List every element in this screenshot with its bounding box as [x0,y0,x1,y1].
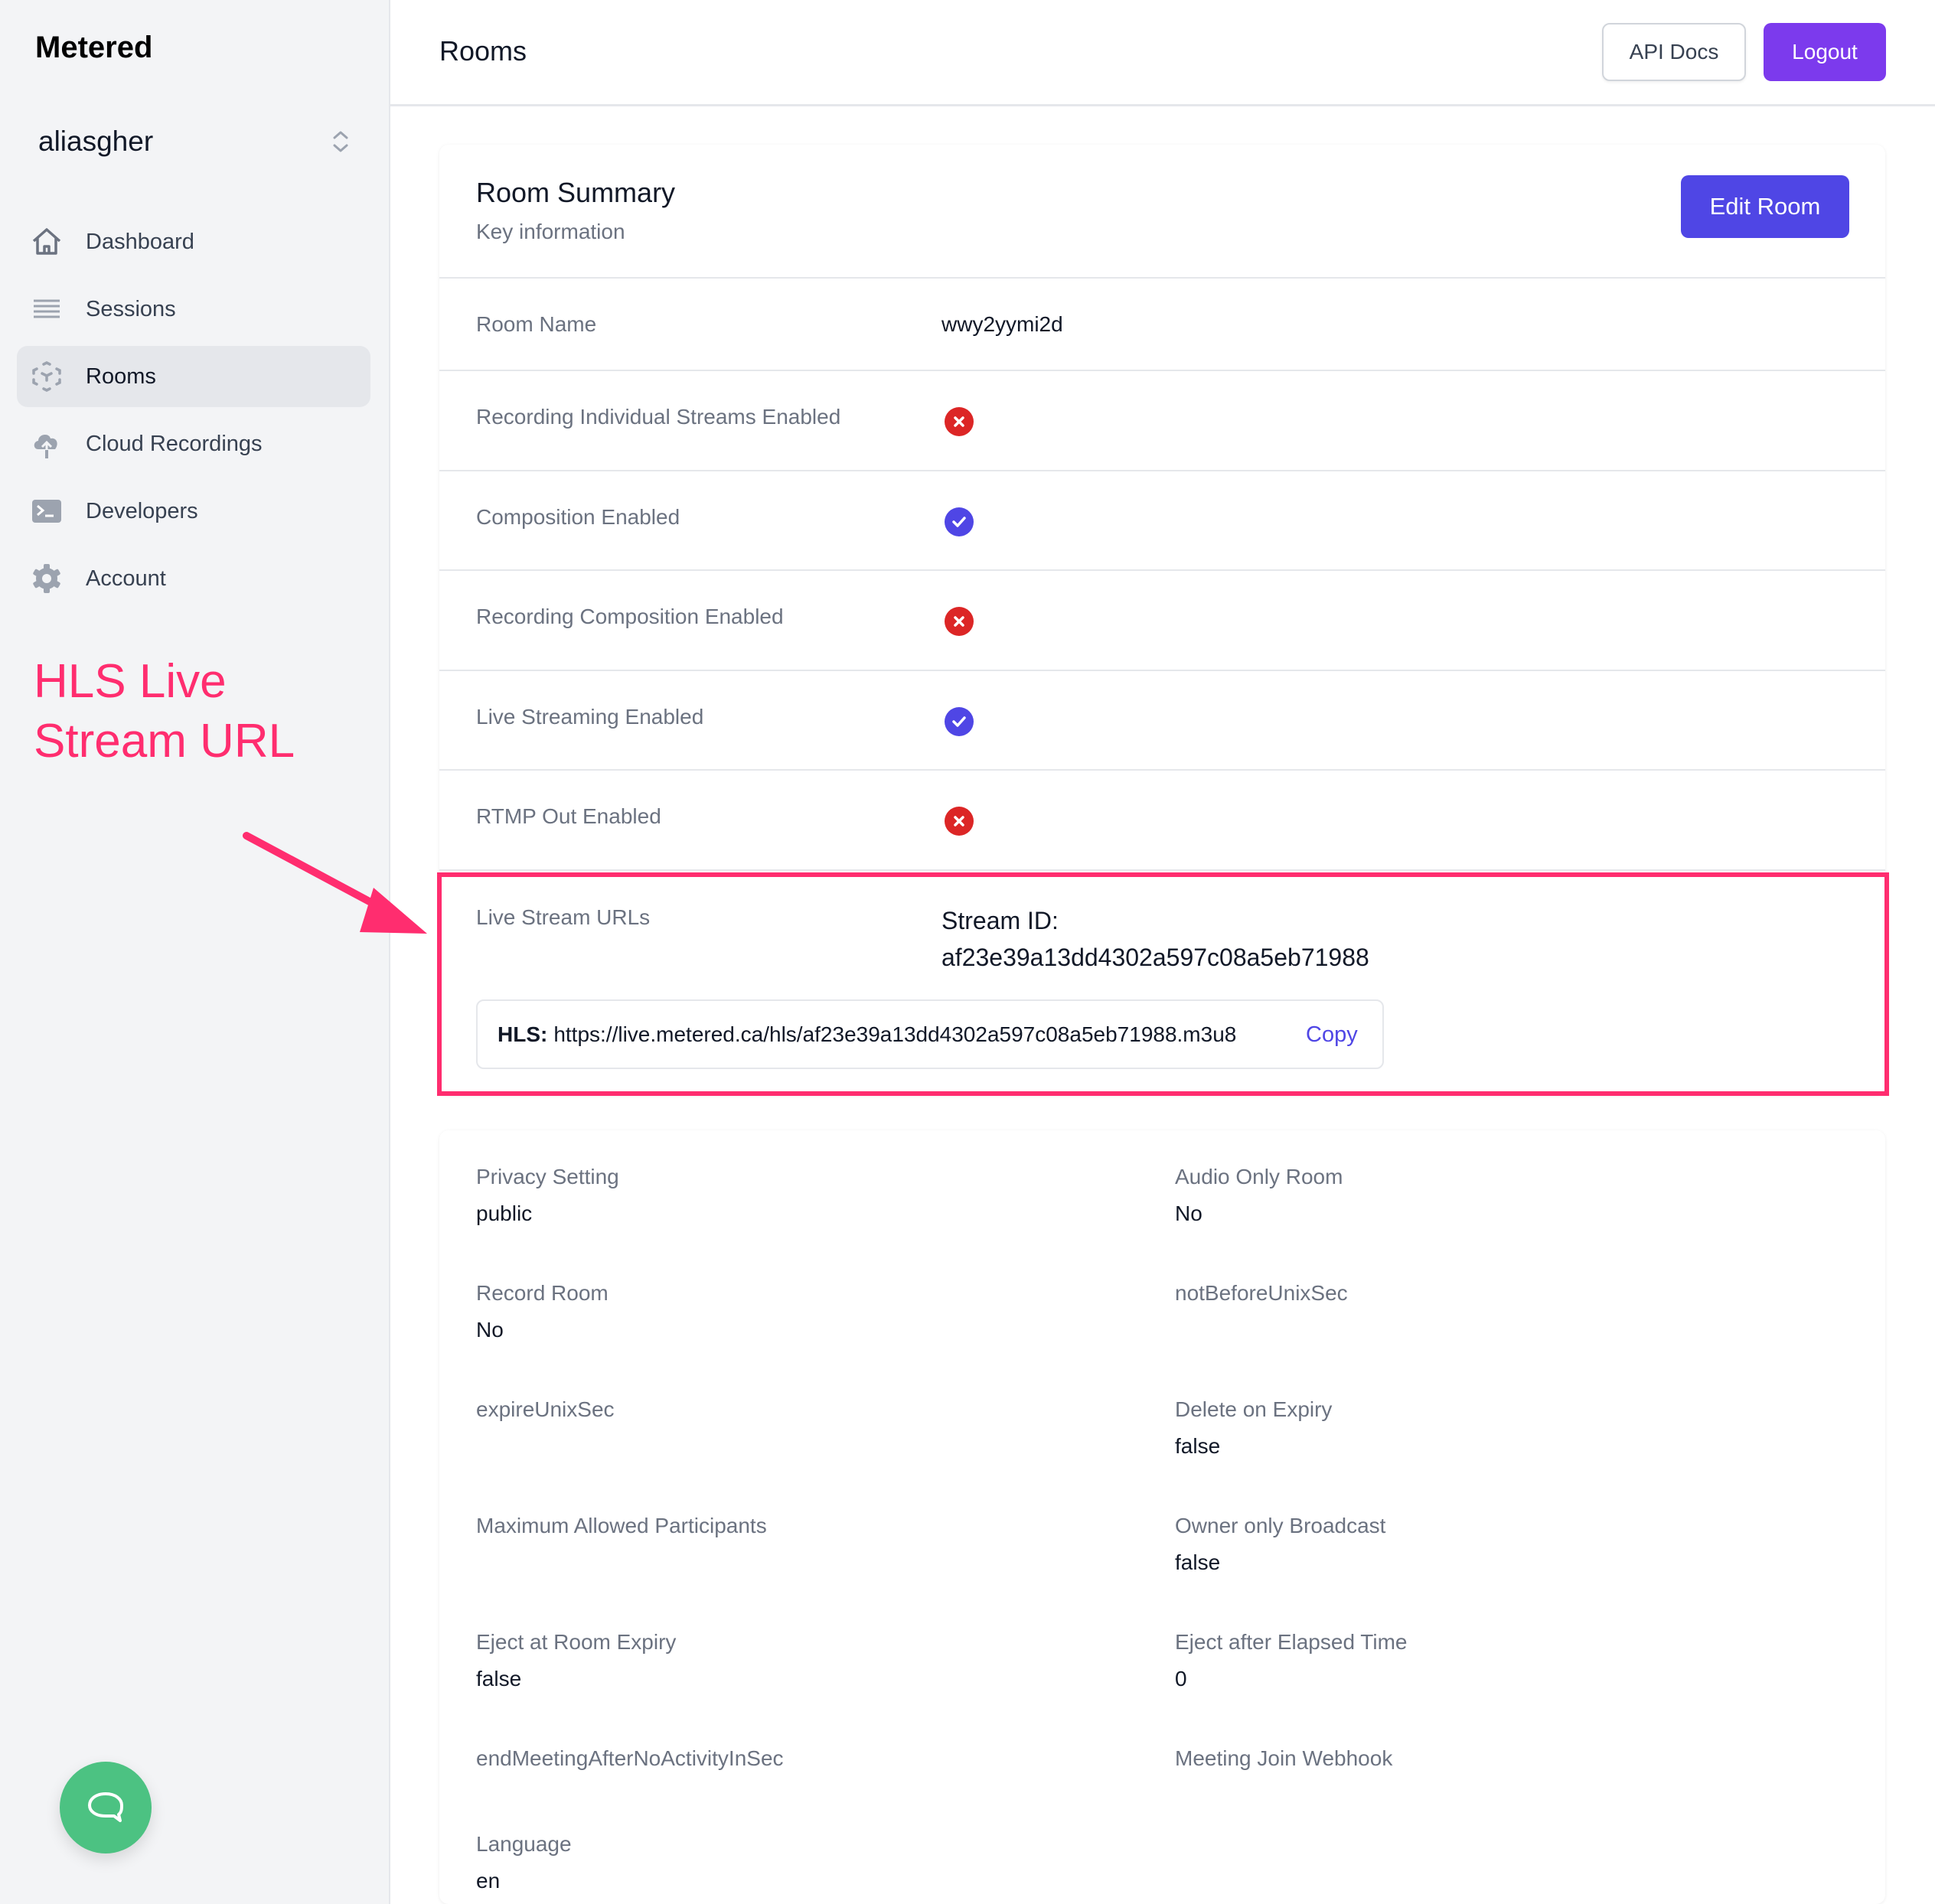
detail-label: Meeting Join Webhook [1175,1746,1393,1770]
detail-field: endMeetingAfterNoActivityInSec [476,1746,784,1783]
annotation-label: HLS Live Stream URL [34,655,295,768]
stream-id-value: af23e39a13dd4302a597c08a5eb71988 [941,944,1369,971]
chat-widget-button[interactable] [60,1762,152,1853]
detail-field: Record Room No [476,1281,609,1342]
room-details-card: Privacy Setting public Audio Only Room No … [439,1130,1885,1904]
detail-label: Owner only Broadcast [1175,1514,1386,1537]
detail-label: Language [476,1832,572,1856]
card-title: Room Summary [476,177,676,208]
detail-label: Eject after Elapsed Time [1175,1630,1408,1654]
account-switcher[interactable]: aliasgher [38,119,352,165]
sidebar-item-label: Developers [86,498,198,523]
detail-value: No [476,1318,504,1342]
detail-field: Meeting Join Webhook [1175,1746,1392,1783]
detail-label: Eject at Room Expiry [476,1630,677,1654]
detail-value: en [476,1869,501,1893]
detail-field: Privacy Setting public [476,1165,619,1226]
row-label: Recording Composition Enabled [476,605,784,628]
check-circle-icon [945,507,974,536]
row-label: Live Streaming Enabled [476,705,704,729]
row-flag: Live Streaming Enabled [439,671,1885,771]
sidebar-item-account[interactable]: Account [17,548,370,609]
copy-button[interactable]: Copy [1306,1022,1358,1048]
sidebar-item-label: Rooms [86,364,156,389]
sidebar-item-label: Cloud Recordings [86,431,263,456]
hls-url-box: HLS: https://live.metered.ca/hls/af23e39… [476,999,1384,1069]
hls-label: HLS: [498,1022,548,1046]
chat-bubble-icon [88,1792,123,1822]
detail-value: false [476,1667,522,1690]
detail-field: Owner only Broadcast false [1175,1514,1385,1575]
detail-label: Privacy Setting [476,1165,619,1188]
sidebar-item-label: Account [86,566,166,591]
detail-value: false [1175,1434,1221,1458]
chevron-up-down-icon [333,131,348,152]
stream-id-label: Stream ID: [941,907,1059,934]
cube-icon [31,360,63,393]
detail-field: Audio Only Room No [1175,1165,1343,1226]
list-icon [31,293,63,325]
hls-url[interactable]: https://live.metered.ca/hls/af23e39a13dd… [553,1022,1236,1047]
detail-field: Eject at Room Expiry false [476,1630,676,1691]
detail-label: Maximum Allowed Participants [476,1514,767,1537]
detail-label: Delete on Expiry [1175,1397,1333,1421]
detail-label: Record Room [476,1281,609,1305]
detail-field: expireUnixSec [476,1397,615,1434]
sidebar-item-developers[interactable]: Developers [17,481,370,542]
detail-label: endMeetingAfterNoActivityInSec [476,1746,784,1770]
row-flag: Recording Individual Streams Enabled [439,371,1885,471]
x-circle-icon [945,607,974,636]
x-circle-icon [945,807,974,836]
edit-room-button[interactable]: Edit Room [1681,175,1849,238]
api-docs-button[interactable]: API Docs [1602,23,1746,81]
detail-label: Audio Only Room [1175,1165,1343,1188]
sidebar-item-label: Sessions [86,296,176,321]
sidebar-nav: Dashboard Sessions Rooms Cloud Recording… [17,211,370,615]
sidebar-item-cloud-recordings[interactable]: Cloud Recordings [17,413,370,474]
detail-label: expireUnixSec [476,1397,615,1421]
detail-label: notBeforeUnixSec [1175,1281,1348,1305]
brand-logo[interactable]: Metered [35,31,152,65]
detail-value: public [476,1201,533,1225]
detail-field: Delete on Expiry false [1175,1397,1332,1459]
row-room-name: Room Name wwy2yymi2d [439,279,1885,371]
sidebar-item-rooms[interactable]: Rooms [17,346,370,407]
card-header: Room Summary Key information Edit Room [439,145,1885,279]
row-label: Composition Enabled [476,505,680,529]
detail-field: Eject after Elapsed Time 0 [1175,1630,1407,1691]
row-label: RTMP Out Enabled [476,804,661,828]
annotation-arrow-icon [243,832,427,934]
logout-button[interactable]: Logout [1764,23,1886,81]
sidebar-item-label: Dashboard [86,229,194,254]
room-name-value: wwy2yymi2d [941,312,1063,336]
sidebar-item-dashboard[interactable]: Dashboard [17,211,370,272]
detail-value: 0 [1175,1667,1187,1690]
sidebar-item-sessions[interactable]: Sessions [17,279,370,340]
gear-icon [31,562,63,595]
row-flag: RTMP Out Enabled [439,771,1885,871]
detail-value: No [1175,1201,1202,1225]
check-circle-icon [945,707,974,736]
home-icon [31,226,63,258]
top-bar: Rooms API Docs Logout [390,0,1935,106]
sidebar: Metered aliasgher Dashboard Sessions Roo… [0,0,390,1904]
detail-field: Maximum Allowed Participants [476,1514,767,1550]
live-stream-label: Live Stream URLs [476,905,651,929]
cloud-upload-icon [31,428,63,460]
card-subtitle: Key information [476,220,625,243]
row-flag: Recording Composition Enabled [439,571,1885,671]
detail-field: notBeforeUnixSec [1175,1281,1348,1318]
x-circle-icon [945,407,974,436]
account-name: aliasgher [38,126,154,157]
row-label: Room Name [476,312,597,336]
row-flag: Composition Enabled [439,471,1885,571]
detail-field: Language en [476,1832,572,1893]
terminal-icon [31,495,63,527]
row-label: Recording Individual Streams Enabled [476,405,841,429]
detail-value: false [1175,1550,1221,1574]
page-title: Rooms [439,35,527,67]
